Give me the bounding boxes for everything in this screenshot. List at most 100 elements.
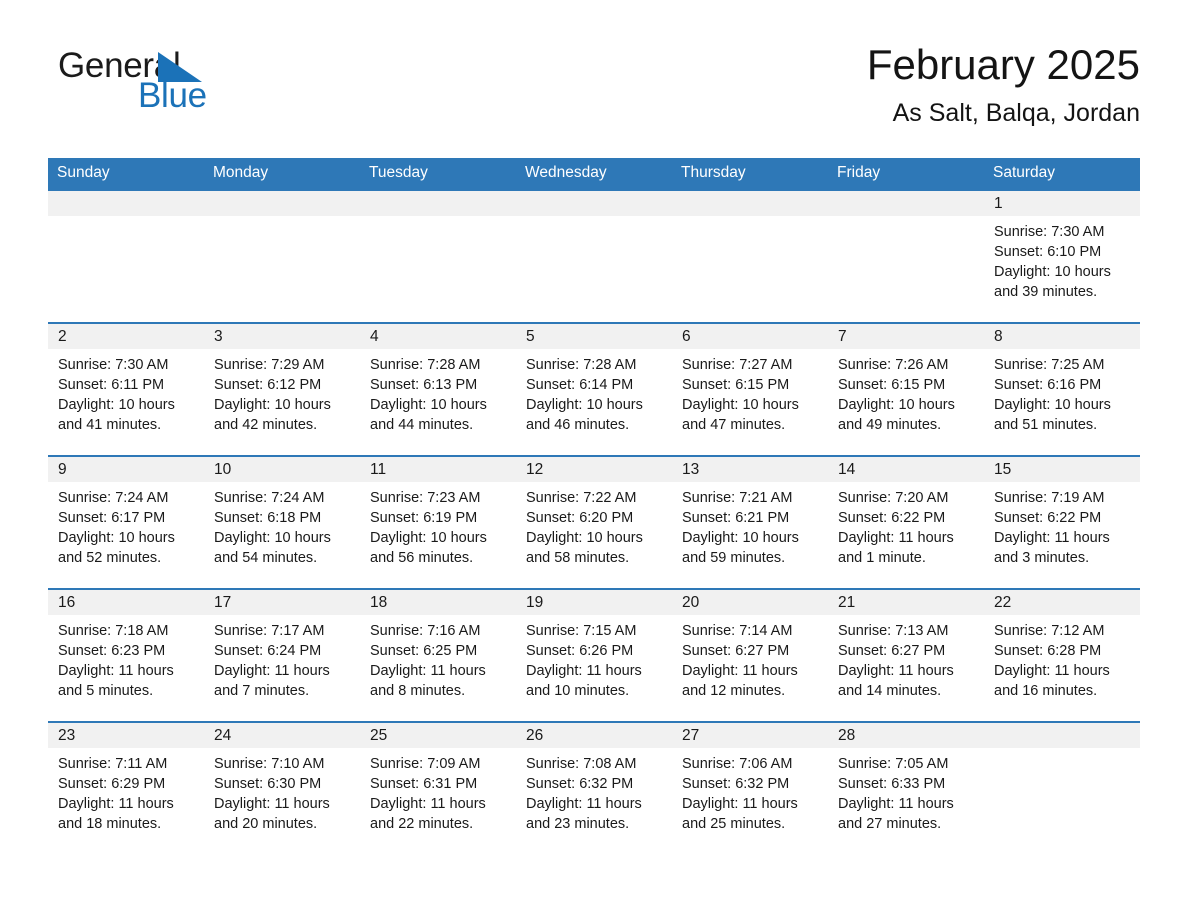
day-cell[interactable]: 24 Sunrise: 7:10 AM Sunset: 6:30 PM Dayligh…: [204, 721, 360, 855]
sunset-time: Sunset: 6:29 PM: [58, 776, 166, 792]
day-cell[interactable]: 12 Sunrise: 7:22 AM Sunset: 6:20 PM Dayligh…: [516, 455, 672, 589]
sunrise-time: Sunrise: 7:06 AM: [682, 756, 793, 772]
day-cell-details: Sunrise: 7:10 AM Sunset: 6:30 PM Daylight:…: [204, 748, 360, 834]
day-number: 1: [994, 195, 1003, 212]
day-cell[interactable]: 25 Sunrise: 7:09 AM Sunset: 6:31 PM Dayligh…: [360, 721, 516, 855]
daylight-duration-line1: Daylight: 10 hours: [526, 397, 643, 413]
day-number: 20: [682, 594, 700, 611]
daylight-duration-line1: Daylight: 11 hours: [682, 663, 798, 679]
day-cell-empty: [828, 189, 984, 323]
day-cell[interactable]: 28 Sunrise: 7:05 AM Sunset: 6:33 PM Dayligh…: [828, 721, 984, 855]
day-number-band: [828, 191, 984, 216]
day-cell[interactable]: 15 Sunrise: 7:19 AM Sunset: 6:22 PM Dayligh…: [984, 455, 1140, 589]
day-number: 9: [58, 461, 67, 478]
daylight-duration-line1: Daylight: 10 hours: [370, 530, 487, 546]
calendar-week-row: 23 Sunrise: 7:11 AM Sunset: 6:29 PM Dayligh…: [48, 721, 1140, 855]
daylight-duration-line1: Daylight: 11 hours: [526, 663, 642, 679]
day-number-band: 13: [672, 457, 828, 482]
day-number: 8: [994, 328, 1003, 345]
day-cell[interactable]: 8 Sunrise: 7:25 AM Sunset: 6:16 PM Daylight…: [984, 322, 1140, 456]
generalblue-logo[interactable]: General Blue: [58, 48, 258, 128]
sunrise-time: Sunrise: 7:27 AM: [682, 357, 793, 373]
daylight-duration-line2: and 49 minutes.: [838, 417, 942, 433]
daylight-duration-line1: Daylight: 10 hours: [682, 530, 799, 546]
day-cell[interactable]: 20 Sunrise: 7:14 AM Sunset: 6:27 PM Dayligh…: [672, 588, 828, 722]
daylight-duration-line2: and 22 minutes.: [370, 816, 474, 832]
sunset-time: Sunset: 6:31 PM: [370, 776, 478, 792]
sunrise-time: Sunrise: 7:17 AM: [214, 623, 325, 639]
sunrise-time: Sunrise: 7:12 AM: [994, 623, 1105, 639]
sunrise-sunset-calendar-table: Sunday Monday Tuesday Wednesday Thursday Frid…: [48, 158, 1140, 855]
day-cell[interactable]: 14 Sunrise: 7:20 AM Sunset: 6:22 PM Dayligh…: [828, 455, 984, 589]
daylight-duration-line1: Daylight: 10 hours: [994, 264, 1111, 280]
day-cell-details: Sunrise: 7:12 AM Sunset: 6:28 PM Daylight:…: [984, 615, 1140, 701]
sunset-time: Sunset: 6:19 PM: [370, 510, 478, 526]
day-cell-details: Sunrise: 7:08 AM Sunset: 6:32 PM Daylight:…: [516, 748, 672, 834]
daylight-duration-line2: and 46 minutes.: [526, 417, 630, 433]
daylight-duration-line2: and 39 minutes.: [994, 284, 1098, 300]
day-number: 3: [214, 328, 223, 345]
day-cell[interactable]: 19 Sunrise: 7:15 AM Sunset: 6:26 PM Dayligh…: [516, 588, 672, 722]
day-cell[interactable]: 9 Sunrise: 7:24 AM Sunset: 6:17 PM Daylight…: [48, 455, 204, 589]
day-cell[interactable]: 2 Sunrise: 7:30 AM Sunset: 6:11 PM Daylight…: [48, 322, 204, 456]
sunset-time: Sunset: 6:26 PM: [526, 643, 634, 659]
daylight-duration-line1: Daylight: 10 hours: [682, 397, 799, 413]
daylight-duration-line2: and 14 minutes.: [838, 683, 942, 699]
day-cell-details: Sunrise: 7:06 AM Sunset: 6:32 PM Daylight:…: [672, 748, 828, 834]
weekday-header-monday: Monday: [204, 158, 360, 190]
sunset-time: Sunset: 6:10 PM: [994, 244, 1102, 260]
sunset-time: Sunset: 6:22 PM: [838, 510, 946, 526]
day-number-band: 11: [360, 457, 516, 482]
day-number: 2: [58, 328, 67, 345]
calendar-week-row: 1 Sunrise: 7:30 AM Sunset: 6:10 PM Daylight…: [48, 189, 1140, 323]
day-number-band: 20: [672, 590, 828, 615]
day-number: 6: [682, 328, 691, 345]
daylight-duration-line1: Daylight: 11 hours: [58, 796, 174, 812]
weekday-header-wednesday: Wednesday: [516, 158, 672, 190]
sunrise-time: Sunrise: 7:24 AM: [214, 490, 325, 506]
sunset-time: Sunset: 6:16 PM: [994, 377, 1102, 393]
day-cell[interactable]: 4 Sunrise: 7:28 AM Sunset: 6:13 PM Daylight…: [360, 322, 516, 456]
sunset-time: Sunset: 6:23 PM: [58, 643, 166, 659]
day-number-band: [48, 191, 204, 216]
weekday-header-friday: Friday: [828, 158, 984, 190]
sunrise-time: Sunrise: 7:25 AM: [994, 357, 1105, 373]
day-cell-details: Sunrise: 7:15 AM Sunset: 6:26 PM Daylight:…: [516, 615, 672, 701]
day-cell-details: Sunrise: 7:30 AM Sunset: 6:10 PM Daylight:…: [984, 216, 1140, 302]
day-cell[interactable]: 18 Sunrise: 7:16 AM Sunset: 6:25 PM Dayligh…: [360, 588, 516, 722]
weekday-header-row: Sunday Monday Tuesday Wednesday Thursday Frid…: [48, 158, 1140, 190]
day-number: 7: [838, 328, 847, 345]
sunset-time: Sunset: 6:24 PM: [214, 643, 322, 659]
day-cell[interactable]: 22 Sunrise: 7:12 AM Sunset: 6:28 PM Dayligh…: [984, 588, 1140, 722]
day-cell-details: Sunrise: 7:24 AM Sunset: 6:17 PM Daylight:…: [48, 482, 204, 568]
day-number: 22: [994, 594, 1012, 611]
day-cell[interactable]: 23 Sunrise: 7:11 AM Sunset: 6:29 PM Dayligh…: [48, 721, 204, 855]
sunrise-time: Sunrise: 7:26 AM: [838, 357, 949, 373]
weekday-header-sunday: Sunday: [48, 158, 204, 190]
day-cell-details: Sunrise: 7:05 AM Sunset: 6:33 PM Daylight:…: [828, 748, 984, 834]
calendar-header: Sunday Monday Tuesday Wednesday Thursday Frid…: [48, 158, 1140, 190]
day-cell[interactable]: 1 Sunrise: 7:30 AM Sunset: 6:10 PM Daylight…: [984, 189, 1140, 323]
day-cell[interactable]: 3 Sunrise: 7:29 AM Sunset: 6:12 PM Daylight…: [204, 322, 360, 456]
day-cell[interactable]: 10 Sunrise: 7:24 AM Sunset: 6:18 PM Dayligh…: [204, 455, 360, 589]
day-number: 11: [370, 461, 387, 478]
sunrise-time: Sunrise: 7:22 AM: [526, 490, 637, 506]
day-cell[interactable]: 17 Sunrise: 7:17 AM Sunset: 6:24 PM Dayligh…: [204, 588, 360, 722]
day-cell[interactable]: 26 Sunrise: 7:08 AM Sunset: 6:32 PM Dayligh…: [516, 721, 672, 855]
day-cell[interactable]: 11 Sunrise: 7:23 AM Sunset: 6:19 PM Dayligh…: [360, 455, 516, 589]
day-cell[interactable]: 27 Sunrise: 7:06 AM Sunset: 6:32 PM Dayligh…: [672, 721, 828, 855]
day-number-band: 4: [360, 324, 516, 349]
day-cell[interactable]: 21 Sunrise: 7:13 AM Sunset: 6:27 PM Dayligh…: [828, 588, 984, 722]
sunset-time: Sunset: 6:33 PM: [838, 776, 946, 792]
day-number-band: [516, 191, 672, 216]
day-cell[interactable]: 7 Sunrise: 7:26 AM Sunset: 6:15 PM Daylight…: [828, 322, 984, 456]
day-cell[interactable]: 5 Sunrise: 7:28 AM Sunset: 6:14 PM Daylight…: [516, 322, 672, 456]
page-masthead: General Blue February 2025 As Salt, Balq…: [48, 40, 1140, 150]
sunrise-time: Sunrise: 7:24 AM: [58, 490, 169, 506]
day-cell[interactable]: 13 Sunrise: 7:21 AM Sunset: 6:21 PM Dayligh…: [672, 455, 828, 589]
daylight-duration-line1: Daylight: 10 hours: [838, 397, 955, 413]
day-number-band: [984, 723, 1140, 748]
day-cell[interactable]: 6 Sunrise: 7:27 AM Sunset: 6:15 PM Daylight…: [672, 322, 828, 456]
weekday-header-thursday: Thursday: [672, 158, 828, 190]
day-cell[interactable]: 16 Sunrise: 7:18 AM Sunset: 6:23 PM Dayligh…: [48, 588, 204, 722]
